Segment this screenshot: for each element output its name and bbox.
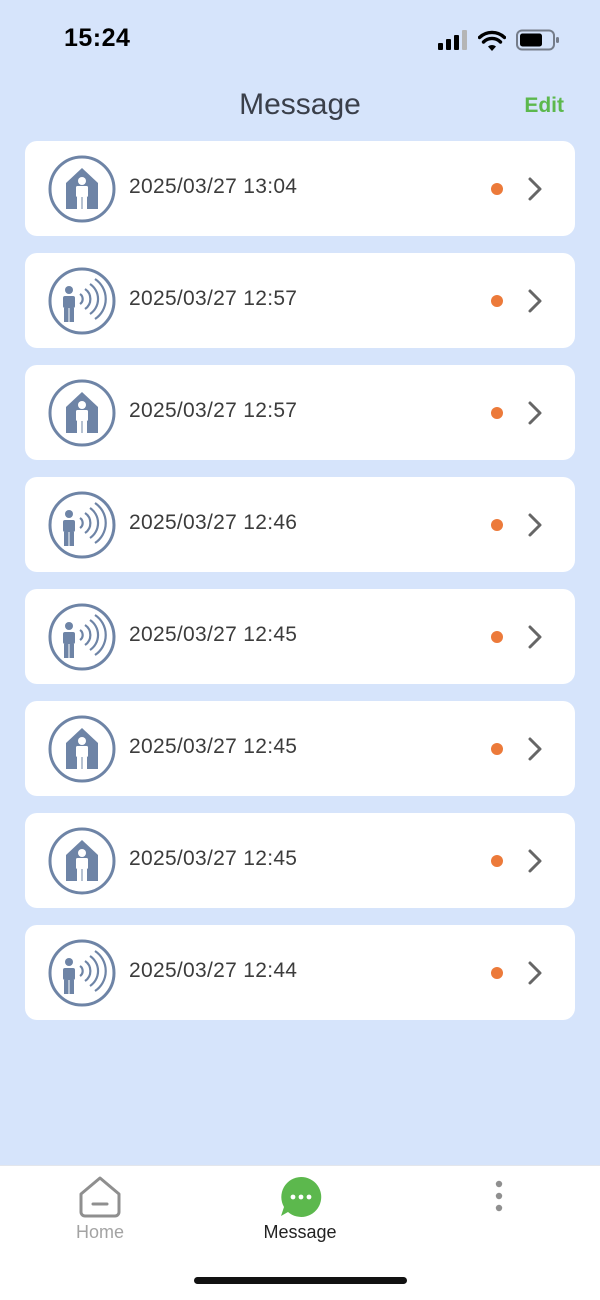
wifi-icon xyxy=(478,30,506,51)
chevron-right-icon xyxy=(528,289,542,313)
unread-dot xyxy=(491,855,503,867)
chevron-right-icon xyxy=(528,737,542,761)
message-item[interactable]: 2025/03/27 13:04 xyxy=(25,141,575,236)
message-item[interactable]: 2025/03/27 12:45 xyxy=(25,701,575,796)
home-person-icon xyxy=(48,155,116,223)
more-vertical-icon xyxy=(495,1180,503,1212)
chevron-right-icon xyxy=(528,401,542,425)
tab-message[interactable]: Message xyxy=(240,1166,360,1256)
message-time: 2025/03/27 12:57 xyxy=(129,287,298,310)
home-person-icon xyxy=(48,715,116,783)
person-sensor-icon xyxy=(48,491,116,559)
unread-dot xyxy=(491,967,503,979)
header: Message Edit xyxy=(0,80,600,136)
signal-icon xyxy=(438,30,467,50)
message-icon xyxy=(280,1176,322,1217)
message-time: 2025/03/27 12:57 xyxy=(129,399,298,422)
tab-home-label: Home xyxy=(75,1222,124,1242)
message-time: 2025/03/27 13:04 xyxy=(129,175,298,198)
unread-dot xyxy=(491,743,503,755)
message-item[interactable]: 2025/03/27 12:44 xyxy=(25,925,575,1020)
unread-dot xyxy=(491,519,503,531)
home-person-icon xyxy=(48,827,116,895)
unread-dot xyxy=(491,295,503,307)
home-indicator xyxy=(194,1277,407,1284)
person-sensor-icon xyxy=(48,939,116,1007)
chevron-right-icon xyxy=(528,513,542,537)
message-time: 2025/03/27 12:44 xyxy=(129,959,298,982)
home-icon xyxy=(79,1176,121,1218)
unread-dot xyxy=(491,183,503,195)
edit-button[interactable]: Edit xyxy=(524,94,564,118)
unread-dot xyxy=(491,631,503,643)
message-item[interactable]: 2025/03/27 12:45 xyxy=(25,589,575,684)
tab-more[interactable] xyxy=(470,1166,530,1256)
message-list: 2025/03/27 13:04 2025/03/27 12:57 2025/0… xyxy=(25,141,575,1037)
tab-home[interactable]: Home xyxy=(40,1166,160,1256)
person-sensor-icon xyxy=(48,603,116,671)
message-time: 2025/03/27 12:45 xyxy=(129,623,298,646)
chevron-right-icon xyxy=(528,961,542,985)
chevron-right-icon xyxy=(528,625,542,649)
home-person-icon xyxy=(48,379,116,447)
message-time: 2025/03/27 12:46 xyxy=(129,511,298,534)
battery-icon xyxy=(516,29,559,51)
chevron-right-icon xyxy=(528,849,542,873)
status-icons xyxy=(438,28,560,52)
person-sensor-icon xyxy=(48,267,116,335)
chevron-right-icon xyxy=(528,177,542,201)
tab-message-label: Message xyxy=(263,1222,337,1242)
message-time: 2025/03/27 12:45 xyxy=(129,847,298,870)
page-title: Message xyxy=(239,88,361,121)
unread-dot xyxy=(491,407,503,419)
message-item[interactable]: 2025/03/27 12:45 xyxy=(25,813,575,908)
message-item[interactable]: 2025/03/27 12:57 xyxy=(25,365,575,460)
message-item[interactable]: 2025/03/27 12:46 xyxy=(25,477,575,572)
message-time: 2025/03/27 12:45 xyxy=(129,735,298,758)
message-item[interactable]: 2025/03/27 12:57 xyxy=(25,253,575,348)
status-bar: 15:24 xyxy=(0,0,600,80)
status-time: 15:24 xyxy=(64,24,131,52)
